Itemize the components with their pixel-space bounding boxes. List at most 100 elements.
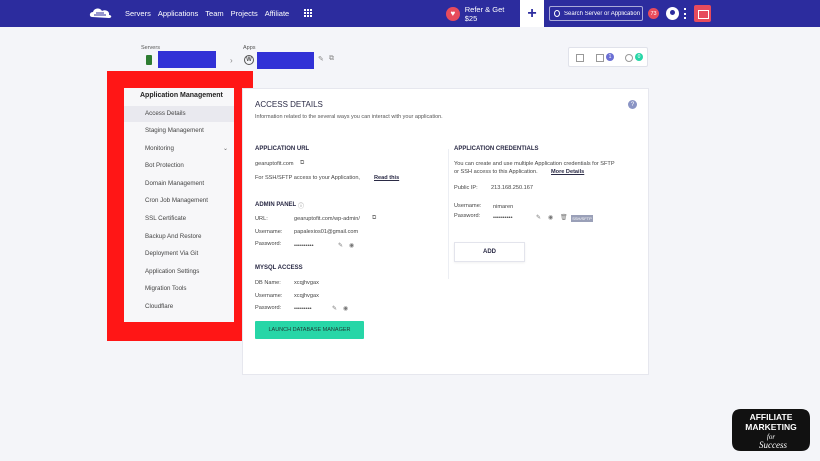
sidebar-item-access-details[interactable]: Access Details	[124, 106, 234, 122]
external-link-icon[interactable]: ⧉	[329, 55, 334, 63]
info-icon[interactable]: ⓘ	[298, 201, 304, 210]
users-badge: 0	[635, 53, 643, 61]
admin-password-label: Password:	[255, 241, 282, 247]
cred-username-label: Username:	[454, 203, 482, 209]
eye-icon[interactable]: ◉	[343, 305, 348, 312]
edit-icon[interactable]: ✎	[318, 55, 324, 63]
more-details-link[interactable]: More Details	[551, 169, 584, 175]
db-name-value: xcqjhvgax	[294, 280, 319, 286]
app-toolbox: 1 0	[568, 47, 648, 67]
cloudways-logo[interactable]	[88, 6, 114, 20]
refer-label: Refer & Get $25	[464, 4, 505, 23]
read-this-link[interactable]: Read this	[374, 175, 399, 181]
sidebar-item-backup-restore[interactable]: Backup And Restore	[124, 229, 234, 245]
affiliate-marketing-logo: AFFILIATE MARKETING for Success	[732, 409, 810, 451]
app-url-heading: APPLICATION URL	[255, 146, 310, 152]
sidebar-item-deployment-git[interactable]: Deployment Via Git	[124, 246, 234, 262]
db-password-value: •••••••••	[294, 306, 312, 312]
credentials-desc-line1: You can create and use multiple Applicat…	[454, 161, 615, 167]
ssh-sftp-badge: SSH/SFTP	[571, 215, 593, 222]
chevron-down-icon: ⌄	[222, 146, 228, 152]
app-management-sidebar: Application Management Access Details St…	[124, 88, 234, 322]
cred-password-value: ••••••••••	[493, 215, 513, 221]
sidebar-item-application-settings[interactable]: Application Settings	[124, 264, 234, 280]
admin-url-label: URL:	[255, 216, 268, 222]
credentials-heading: APPLICATION CREDENTIALS	[454, 146, 539, 152]
sidebar-item-staging-management[interactable]: Staging Management	[124, 123, 234, 139]
apps-grid-icon[interactable]	[304, 9, 312, 17]
breadcrumb-chevron-icon: ›	[230, 56, 233, 65]
refer-button[interactable]: ♥ Refer & Get $25	[446, 4, 518, 23]
svg-text:Success: Success	[759, 440, 787, 450]
sidebar-item-bot-protection[interactable]: Bot Protection	[124, 158, 234, 174]
edit-icon[interactable]: ✎	[338, 242, 343, 249]
notification-badge[interactable]: 73	[648, 8, 659, 19]
calendar-icon[interactable]	[694, 5, 711, 22]
admin-url-value[interactable]: gearuptofit.com/wp-admin/	[294, 216, 360, 222]
eye-icon[interactable]: ◉	[349, 242, 354, 249]
cred-username-value: nimaren	[493, 204, 514, 210]
nav-servers[interactable]: Servers	[125, 9, 151, 18]
admin-username-label: Username:	[255, 229, 283, 235]
mysql-heading: MYSQL ACCESS	[255, 265, 303, 271]
breadcrumb-apps-label: Apps	[243, 45, 256, 51]
nav-affiliate[interactable]: Affiliate	[265, 9, 289, 18]
external-link-icon[interactable]: ⧉	[372, 215, 376, 222]
ssh-note: For SSH/SFTP access to your Application,	[255, 175, 360, 181]
admin-panel-heading: ADMIN PANEL	[255, 202, 297, 208]
sidebar-item-migration-tools[interactable]: Migration Tools	[124, 281, 234, 297]
svg-text:AFFILIATE: AFFILIATE	[750, 412, 793, 422]
user-avatar-icon[interactable]	[666, 7, 679, 20]
credentials-desc-line2: or SSH access to this Application.	[454, 169, 538, 175]
app-url-value[interactable]: gearuptofit.com	[255, 161, 294, 167]
help-icon[interactable]: ?	[628, 100, 637, 109]
external-link-icon[interactable]: ⧉	[300, 160, 304, 167]
edit-icon[interactable]: ✎	[332, 305, 337, 312]
server-name-redacted[interactable]	[158, 51, 216, 68]
sidebar-item-label: Monitoring	[145, 145, 174, 152]
sidebar-item-ssl-certificate[interactable]: SSL Certificate	[124, 211, 234, 227]
admin-password-value: ••••••••••	[294, 243, 314, 249]
nav-team[interactable]: Team	[205, 9, 223, 18]
search-icon	[554, 10, 560, 17]
trash-icon[interactable]: 🗑	[560, 214, 568, 221]
mail-icon[interactable]	[596, 54, 604, 62]
app-name-redacted[interactable]	[257, 52, 314, 69]
eye-icon[interactable]: ◉	[548, 214, 553, 221]
sidebar-item-domain-management[interactable]: Domain Management	[124, 176, 234, 192]
launch-database-manager-button[interactable]: LAUNCH DATABASE MANAGER	[255, 321, 364, 339]
access-details-card: ACCESS DETAILS Information related to th…	[242, 88, 649, 375]
svg-text:MARKETING: MARKETING	[745, 422, 797, 432]
top-navbar: Servers Applications Team Projects Affil…	[0, 0, 820, 27]
more-menu-icon[interactable]	[684, 8, 686, 19]
column-divider	[448, 149, 449, 279]
edit-icon[interactable]: ✎	[536, 214, 541, 221]
wordpress-icon: W	[244, 55, 254, 65]
db-username-label: Username:	[255, 293, 283, 299]
sidebar-title: Application Management	[140, 92, 223, 99]
server-icon	[146, 55, 152, 65]
page-subtitle: Information related to the several ways …	[255, 114, 443, 120]
db-name-label: DB Name:	[255, 280, 281, 286]
nav-projects[interactable]: Projects	[231, 9, 258, 18]
list-icon[interactable]	[576, 54, 584, 62]
sidebar-item-cloudflare[interactable]: Cloudflare	[124, 299, 234, 315]
add-credentials-button[interactable]: ADD	[454, 242, 525, 262]
page-title: ACCESS DETAILS	[255, 100, 323, 109]
mail-badge: 1	[606, 53, 614, 61]
main-nav: Servers Applications Team Projects Affil…	[125, 0, 296, 27]
nav-applications[interactable]: Applications	[158, 9, 198, 18]
sidebar-item-monitoring[interactable]: Monitoring ⌄	[124, 141, 234, 157]
search-input[interactable]	[564, 10, 642, 17]
admin-username-value: papalexios01@gmail.com	[294, 229, 359, 235]
search-box[interactable]	[549, 6, 643, 21]
sidebar-item-cron-job-management[interactable]: Cron Job Management	[124, 193, 234, 209]
heart-icon: ♥	[446, 6, 460, 21]
db-username-value: xcqjhvgax	[294, 293, 319, 299]
public-ip-label: Public IP:	[454, 185, 478, 191]
public-ip-value: 213.168.250.167	[491, 185, 533, 191]
add-button[interactable]: +	[520, 0, 544, 27]
users-icon[interactable]	[625, 54, 633, 62]
db-password-label: Password:	[255, 305, 282, 311]
cred-password-label: Password:	[454, 213, 481, 219]
